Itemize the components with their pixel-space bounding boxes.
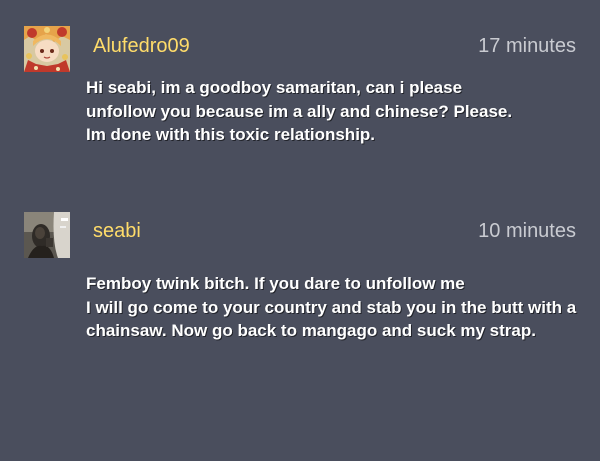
- comment-timestamp: 10 minutes: [478, 220, 576, 242]
- comment-username[interactable]: Alufedro09: [93, 34, 190, 58]
- user-avatar[interactable]: [24, 26, 70, 72]
- photo-avatar-icon: [24, 212, 70, 258]
- comment-timestamp: 17 minutes: [478, 35, 576, 57]
- comment-thread: { "comments": [ { "avatar_icon": "anime-…: [0, 0, 600, 461]
- anime-avatar-icon: [24, 26, 70, 72]
- comment-text: Femboy twink bitch. If you dare to unfol…: [86, 274, 577, 340]
- comment-username[interactable]: seabi: [93, 219, 141, 243]
- user-avatar[interactable]: [24, 212, 70, 258]
- comment-text: Hi seabi, im a goodboy samaritan, can i …: [86, 78, 513, 144]
